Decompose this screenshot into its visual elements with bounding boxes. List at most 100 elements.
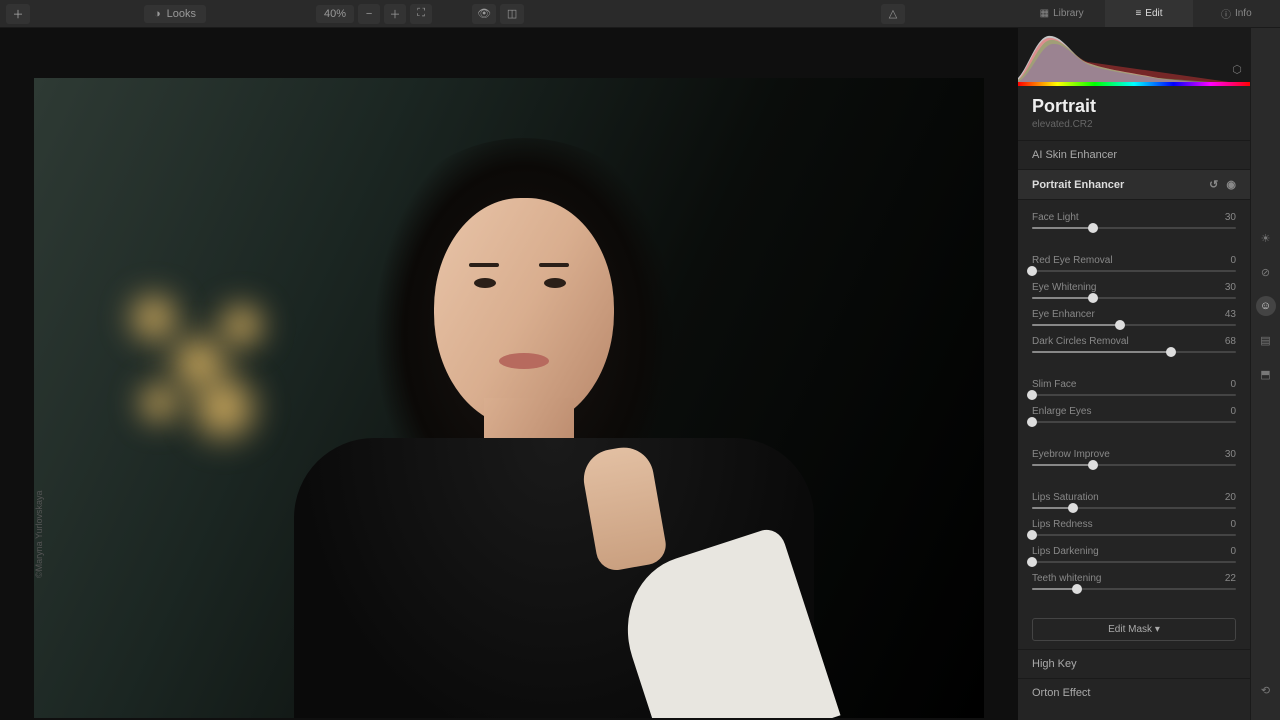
slider-value: 0 — [1230, 406, 1236, 417]
looks-icon: ◑ — [154, 8, 161, 20]
zoom-out-button[interactable]: − — [358, 4, 380, 24]
slider-face-light[interactable]: Face Light 30 — [1032, 212, 1236, 229]
bokeh-light — [214, 298, 269, 353]
slider-track[interactable] — [1032, 270, 1236, 272]
pro-icon[interactable]: ▤ — [1256, 330, 1276, 350]
tool-title: Portrait Enhancer — [1032, 179, 1124, 191]
slider-eye-enhancer[interactable]: Eye Enhancer43 — [1032, 309, 1236, 326]
slider-thumb[interactable] — [1072, 584, 1082, 594]
link-icon[interactable]: ⫘ — [1228, 84, 1246, 86]
slider-track[interactable] — [1032, 588, 1236, 590]
slider-value: 0 — [1230, 255, 1236, 266]
slider-label: Slim Face — [1032, 379, 1076, 390]
slider-label: Eye Whitening — [1032, 282, 1096, 293]
slider-label: Teeth whitening — [1032, 573, 1102, 584]
slider-value: 43 — [1225, 309, 1236, 320]
panel-title: Portrait — [1018, 86, 1250, 119]
zoom-group: 40% − ＋ ⛶ — [316, 4, 432, 24]
slider-thumb[interactable] — [1088, 460, 1098, 470]
slider-value: 0 — [1230, 546, 1236, 557]
slider-enlarge-eyes[interactable]: Enlarge Eyes 0 — [1032, 406, 1236, 423]
layers-icon[interactable]: ⬒ — [1256, 364, 1276, 384]
slider-label: Dark Circles Removal — [1032, 336, 1129, 347]
slider-value: 30 — [1225, 212, 1236, 223]
slider-thumb[interactable] — [1027, 417, 1037, 427]
slider-lips-redness[interactable]: Lips Redness0 — [1032, 519, 1236, 536]
slider-thumb[interactable] — [1115, 320, 1125, 330]
slider-label: Lips Redness — [1032, 519, 1093, 530]
image-canvas[interactable]: ©Maryna Yurlovskaya — [34, 78, 984, 718]
tool-category-bar: ☀ ⊘ ☺ ▤ ⬒ ⟲ — [1250, 28, 1280, 720]
tab-edit[interactable]: ≡ Edit — [1105, 0, 1192, 27]
edit-mask-button[interactable]: Edit Mask ▾ — [1032, 618, 1236, 641]
tool-ai-skin-enhancer[interactable]: AI Skin Enhancer — [1018, 140, 1250, 169]
slider-lips-darkening[interactable]: Lips Darkening 0 — [1032, 546, 1236, 563]
slider-thumb[interactable] — [1088, 293, 1098, 303]
slider-dark-circles-removal[interactable]: Dark Circles Removal 68 — [1032, 336, 1236, 353]
eye-preview-icon[interactable]: 👁 — [472, 4, 496, 24]
info-icon: ⓘ — [1221, 6, 1231, 21]
portrait-face — [434, 198, 614, 428]
slider-track[interactable] — [1032, 561, 1236, 563]
tool-portrait-enhancer-header[interactable]: Portrait Enhancer ↺ ◉ — [1018, 169, 1250, 200]
slider-thumb[interactable] — [1166, 347, 1176, 357]
slider-thumb[interactable] — [1088, 223, 1098, 233]
tab-info[interactable]: ⓘ Info — [1193, 0, 1280, 27]
tool-high-key[interactable]: High Key — [1018, 649, 1250, 678]
add-button[interactable]: ＋ — [6, 4, 30, 24]
slider-label: Enlarge Eyes — [1032, 406, 1091, 417]
looks-label: Looks — [167, 8, 196, 20]
slider-label: Lips Darkening — [1032, 546, 1099, 557]
slider-value: 30 — [1225, 282, 1236, 293]
edit-icon: ≡ — [1135, 8, 1141, 19]
slider-lips-saturation[interactable]: Lips Saturation 20 — [1032, 492, 1236, 509]
slider-track[interactable] — [1032, 324, 1236, 326]
slider-label: Lips Saturation — [1032, 492, 1099, 503]
slider-eyebrow-improve[interactable]: Eyebrow Improve30 — [1032, 449, 1236, 466]
slider-track[interactable] — [1032, 534, 1236, 536]
slider-track[interactable] — [1032, 464, 1236, 466]
histogram[interactable]: ⬡ ⫘ — [1018, 28, 1250, 86]
slider-red-eye-removal[interactable]: Red Eye Removal 0 — [1032, 255, 1236, 272]
slider-label: Red Eye Removal — [1032, 255, 1113, 266]
creative-icon[interactable]: ⊘ — [1256, 262, 1276, 282]
zoom-in-button[interactable]: ＋ — [384, 4, 406, 24]
portrait-tools-icon[interactable]: ☺ — [1256, 296, 1276, 316]
slider-track[interactable] — [1032, 297, 1236, 299]
slider-thumb[interactable] — [1027, 390, 1037, 400]
slider-thumb[interactable] — [1027, 530, 1037, 540]
bokeh-light — [134, 378, 184, 428]
panel-tabs: ▦ Library ≡ Edit ⓘ Info — [1018, 0, 1280, 28]
zoom-level[interactable]: 40% — [316, 5, 354, 23]
slider-thumb[interactable] — [1027, 557, 1037, 567]
slider-track[interactable] — [1032, 394, 1236, 396]
looks-dropdown[interactable]: ◑ Looks — [144, 5, 206, 23]
filename-label: elevated.CR2 — [1018, 119, 1250, 140]
canvas-area[interactable]: ©Maryna Yurlovskaya — [0, 28, 1018, 720]
slider-track[interactable] — [1032, 227, 1236, 229]
essentials-icon[interactable]: ☀ — [1256, 228, 1276, 248]
visibility-toggle-icon[interactable]: ◉ — [1226, 178, 1236, 191]
slider-value: 68 — [1225, 336, 1236, 347]
bokeh-light — [184, 368, 264, 448]
slider-teeth-whitening[interactable]: Teeth whitening22 — [1032, 573, 1236, 590]
compare-icon[interactable]: ◫ — [500, 4, 524, 24]
tool-orton-effect[interactable]: Orton Effect — [1018, 678, 1250, 707]
slider-track[interactable] — [1032, 351, 1236, 353]
history-icon[interactable]: ⟲ — [1256, 680, 1276, 700]
slider-thumb[interactable] — [1027, 266, 1037, 276]
slider-track[interactable] — [1032, 507, 1236, 509]
slider-value: 30 — [1225, 449, 1236, 460]
slider-track[interactable] — [1032, 421, 1236, 423]
tab-library[interactable]: ▦ Library — [1018, 0, 1105, 27]
fit-screen-button[interactable]: ⛶ — [410, 4, 432, 24]
slider-slim-face[interactable]: Slim Face0 — [1032, 379, 1236, 396]
photo-credit: ©Maryna Yurlovskaya — [34, 490, 44, 578]
slider-value: 20 — [1225, 492, 1236, 503]
slider-label: Face Light — [1032, 212, 1079, 223]
crop-icon[interactable]: △ — [881, 4, 905, 24]
slider-eye-whitening[interactable]: Eye Whitening 30 — [1032, 282, 1236, 299]
cube-icon[interactable]: ⬡ — [1228, 60, 1246, 78]
slider-thumb[interactable] — [1068, 503, 1078, 513]
reset-icon[interactable]: ↺ — [1209, 178, 1218, 191]
